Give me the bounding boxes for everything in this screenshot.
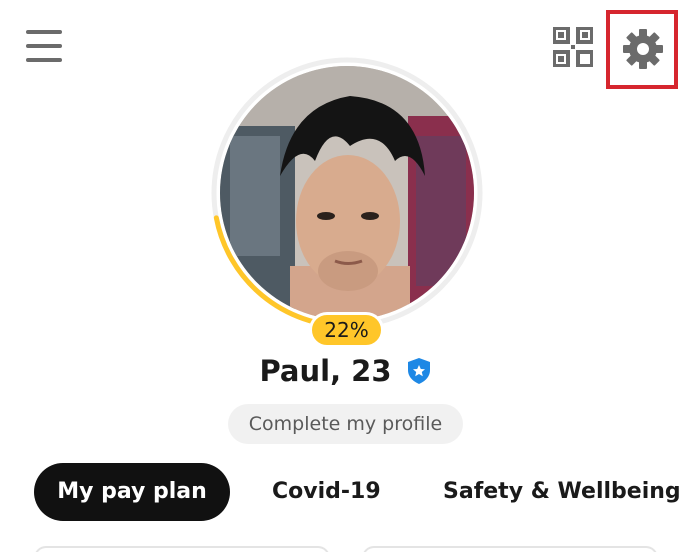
tab-safety-wellbeing[interactable]: Safety & Wellbeing [443, 463, 681, 521]
menu-bar [26, 30, 62, 34]
tab-my-pay-plan[interactable]: My pay plan [34, 463, 230, 521]
settings-button[interactable] [606, 10, 678, 89]
profile-name: Paul, 23 [259, 354, 392, 388]
tab-bar: My pay plan Covid-19 Safety & Wellbeing [0, 463, 691, 523]
qr-code-button[interactable] [552, 26, 594, 68]
profile-progress-badge: 22% [309, 312, 384, 348]
complete-profile-button[interactable]: Complete my profile [228, 404, 463, 444]
menu-button[interactable] [26, 30, 62, 62]
tab-covid-19[interactable]: Covid-19 [272, 463, 381, 521]
card-top-edge [34, 546, 330, 552]
avatar [220, 66, 474, 320]
verified-badge-icon[interactable] [406, 357, 432, 385]
profile-name-row: Paul, 23 [0, 354, 691, 388]
card-top-edge [362, 546, 658, 552]
gear-icon [623, 29, 663, 69]
menu-bar [26, 58, 62, 62]
menu-bar [26, 44, 62, 48]
profile-photo [220, 66, 474, 320]
profile-avatar-section[interactable] [208, 54, 486, 332]
qr-code-icon [552, 26, 594, 68]
